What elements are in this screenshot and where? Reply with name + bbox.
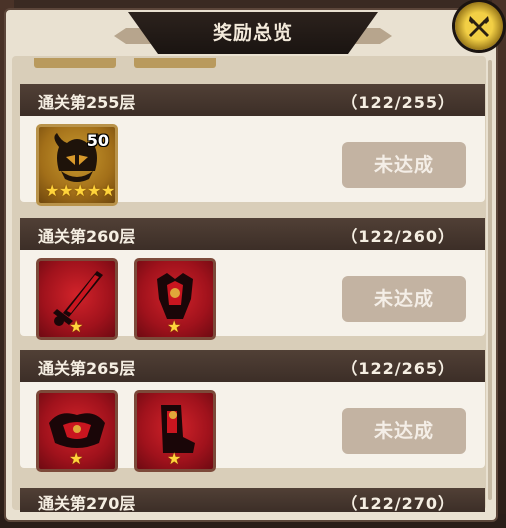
status-button[interactable]: 未达成 [342, 276, 466, 322]
title-bar: 奖励总览 [114, 10, 392, 54]
previous-section-peek [34, 58, 224, 70]
reward-item-red-sword[interactable]: ★ [36, 258, 118, 340]
section-body: ★ ★ 未达成 [20, 382, 485, 472]
close-button[interactable] [455, 2, 503, 50]
reward-section-265: 通关第265层 （122/265） ★ ★ 未达成 [20, 350, 485, 472]
reward-item-red-boots[interactable]: ★ [134, 390, 216, 472]
section-title: 通关第260层 [38, 227, 136, 246]
section-body: 50 ★ ★ ★ ★ ★ 未达成 [20, 116, 485, 206]
section-progress: （122/255） [341, 93, 455, 112]
item-count: 50 [86, 131, 109, 150]
section-progress: （122/260） [341, 227, 455, 246]
section-title: 通关第265层 [38, 359, 136, 378]
reward-item-red-armor[interactable]: ★ [134, 258, 216, 340]
page-title: 奖励总览 [212, 22, 293, 44]
section-header: 通关第255层 （122/255） [20, 84, 485, 116]
reward-section-260: 通关第260层 （122/260） ★ ★ 未达成 [20, 218, 485, 340]
status-button[interactable]: 未达成 [342, 142, 466, 188]
section-progress: （122/270） [341, 494, 455, 512]
section-body: ★ ★ 未达成 [20, 250, 485, 340]
reward-item-red-pauldron[interactable]: ★ [36, 390, 118, 472]
status-button[interactable]: 未达成 [342, 408, 466, 454]
reward-item-gold-helmet[interactable]: 50 ★ ★ ★ ★ ★ [36, 124, 118, 206]
section-title: 通关第255层 [38, 93, 136, 112]
section-header: 通关第265层 （122/265） [20, 350, 485, 382]
section-header: 通关第260层 （122/260） [20, 218, 485, 250]
section-title: 通关第270层 [38, 494, 136, 512]
section-progress: （122/265） [341, 359, 455, 378]
reward-section-255: 通关第255层 （122/255） 50 ★ ★ ★ ★ ★ 未达成 [20, 84, 485, 206]
section-header: 通关第270层 （122/270） [20, 488, 485, 512]
reward-section-270: 通关第270层 （122/270） [20, 488, 485, 512]
scrollbar[interactable] [488, 60, 492, 500]
crossed-axes-icon [469, 16, 489, 37]
